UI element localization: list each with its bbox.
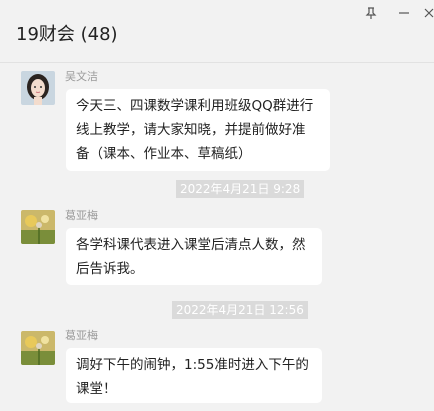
message-text: 后告诉我。 [76, 261, 144, 277]
message-bubble[interactable]: 调好下午的闹钟，1:55准时进入下午的 课堂！ [66, 348, 322, 403]
message-bubble[interactable]: 今天三、四课数学课利用班级QQ群进行 线上教学，请大家知晓，并提前做好准 备（课… [66, 89, 330, 171]
message-text: 备（课本、作业本、草稿纸） [76, 146, 252, 162]
sender-avatar[interactable] [21, 210, 55, 244]
message-text: 今天三、四课数学课利用班级QQ群进行 [76, 98, 314, 114]
sender-name: 葛亚梅 [65, 329, 98, 342]
chat-titlebar: 19财会 (48) [0, 0, 434, 63]
chat-title: 19财会 (48) [16, 24, 118, 45]
message-text: 课堂！ [76, 381, 117, 397]
pin-icon[interactable] [364, 6, 382, 24]
timestamp-divider: 2022年4月21日 12:56 [172, 301, 308, 319]
sender-avatar[interactable] [21, 71, 55, 105]
close-icon[interactable] [424, 6, 434, 24]
sender-name: 吴文洁 [65, 70, 98, 83]
message-text: 调好下午的闹钟，1:55准时进入下午的 [76, 357, 309, 373]
message-text: 各学科课代表进入课堂后清点人数，然 [76, 237, 306, 253]
minimize-icon[interactable] [397, 6, 415, 24]
message-list[interactable]: 吴文洁 今天三、四课数学课利用班级QQ群进行 线上教学，请大家知晓，并提前做好准… [0, 63, 434, 411]
sender-avatar[interactable] [21, 331, 55, 365]
sender-name: 葛亚梅 [65, 209, 98, 222]
message-bubble[interactable]: 各学科课代表进入课堂后清点人数，然 后告诉我。 [66, 228, 322, 285]
message-text: 线上教学，请大家知晓，并提前做好准 [76, 122, 306, 138]
timestamp-divider: 2022年4月21日 9:28 [176, 180, 305, 198]
